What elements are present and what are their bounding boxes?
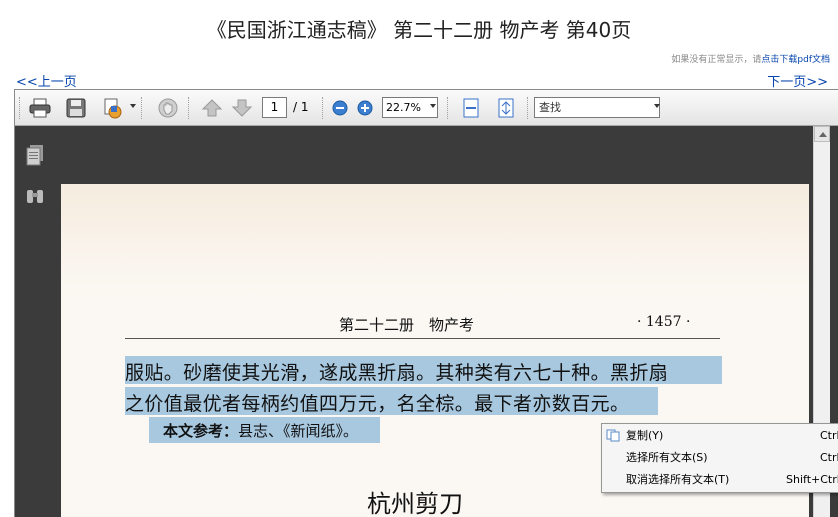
display-hint: 如果没有正常显示，请点击下载pdf文档	[671, 52, 830, 65]
fit-page-icon	[498, 98, 514, 118]
menu-item-shortcut: Ctrl	[820, 451, 838, 464]
context-menu: 复制(Y) Ctrl 选择所有文本(S) Ctrl 取消选择所有文本(T) Sh…	[601, 423, 838, 493]
printed-page-number: · 1457 ·	[637, 314, 691, 330]
zoom-out-icon	[332, 100, 348, 116]
page-number-input[interactable]: 1	[262, 97, 287, 118]
save-icon	[66, 98, 86, 118]
toolbar-grip	[19, 97, 20, 119]
toolbar-separator	[322, 97, 323, 119]
menu-item-select-all[interactable]: 选择所有文本(S) Ctrl	[602, 447, 838, 468]
reference-line[interactable]: 本文参考：县志、《新闻纸》。	[163, 420, 358, 441]
fit-width-icon	[463, 98, 479, 118]
fit-width-button[interactable]	[458, 95, 484, 121]
page-up-icon	[202, 99, 222, 117]
menu-item-copy[interactable]: 复制(Y) Ctrl	[602, 425, 838, 446]
viewer-toolbar: 1 / 1 22.7% 查找	[15, 90, 838, 126]
zoom-in-icon	[357, 100, 373, 116]
toolbar-separator	[188, 97, 189, 119]
search-panel-icon	[27, 190, 43, 203]
body-text-line[interactable]: 之价值最优者每柄约值四万元，名全棕。最下者亦数百元。	[125, 389, 629, 416]
menu-item-shortcut: Shift+Ctrl	[786, 473, 838, 486]
toolbar-separator	[141, 97, 142, 119]
save-button[interactable]	[63, 95, 89, 121]
reference-label: 本文参考：	[163, 422, 239, 440]
section-title: 杭州剪刀	[367, 490, 463, 517]
body-text-line[interactable]: 服贴。砂磨使其光滑，遂成黑折扇。其种类有六七十种。黑折扇	[125, 358, 668, 385]
print-button[interactable]	[27, 95, 53, 121]
fit-page-button[interactable]	[493, 95, 519, 121]
header-rule	[125, 338, 720, 339]
page-scan-tint	[61, 184, 809, 294]
copy-icon	[606, 429, 620, 442]
search-panel-button[interactable]	[25, 186, 45, 208]
scroll-up-arrow[interactable]	[814, 126, 830, 142]
prev-page-link[interactable]: <<上一页	[16, 71, 77, 90]
hand-tool-button[interactable]	[155, 95, 181, 121]
attach-dropdown-caret[interactable]	[130, 104, 136, 108]
menu-item-label: 选择所有文本(S)	[626, 451, 708, 464]
toolbar-separator	[527, 97, 528, 119]
menu-item-deselect-all[interactable]: 取消选择所有文本(T) Shift+Ctrl	[602, 469, 838, 490]
page-down-icon	[232, 99, 252, 117]
running-head: 第二十二册 物产考	[339, 316, 475, 334]
pages-panel-button[interactable]	[25, 144, 45, 166]
zoom-out-button[interactable]	[327, 95, 353, 121]
search-input[interactable]: 查找	[534, 97, 660, 118]
print-icon	[29, 98, 51, 118]
page-up-button[interactable]	[199, 95, 225, 121]
toolbar-separator	[447, 97, 448, 119]
search-dropdown-caret[interactable]	[654, 104, 660, 108]
reference-text: 县志、《新闻纸》。	[238, 422, 359, 440]
page-down-button[interactable]	[229, 95, 255, 121]
menu-item-shortcut: Ctrl	[820, 429, 838, 442]
page-total-label: / 1	[293, 100, 309, 114]
hand-tool-icon	[158, 98, 178, 118]
zoom-dropdown-caret[interactable]	[430, 104, 436, 108]
pages-panel-icon	[26, 145, 43, 166]
attach-icon	[104, 98, 122, 119]
download-pdf-link[interactable]: 点击下载pdf文档	[761, 55, 830, 65]
menu-item-label: 取消选择所有文本(T)	[626, 473, 730, 486]
attach-button[interactable]	[100, 95, 126, 121]
page-title: 《民国浙江通志稿》 第二十二册 物产考 第40页	[206, 18, 632, 42]
menu-item-label: 复制(Y)	[626, 429, 664, 442]
zoom-in-button[interactable]	[352, 95, 378, 121]
navigation-sidebar	[15, 126, 57, 517]
display-hint-text: 如果没有正常显示，请	[671, 55, 762, 65]
next-page-link[interactable]: 下一页>>	[767, 71, 828, 90]
